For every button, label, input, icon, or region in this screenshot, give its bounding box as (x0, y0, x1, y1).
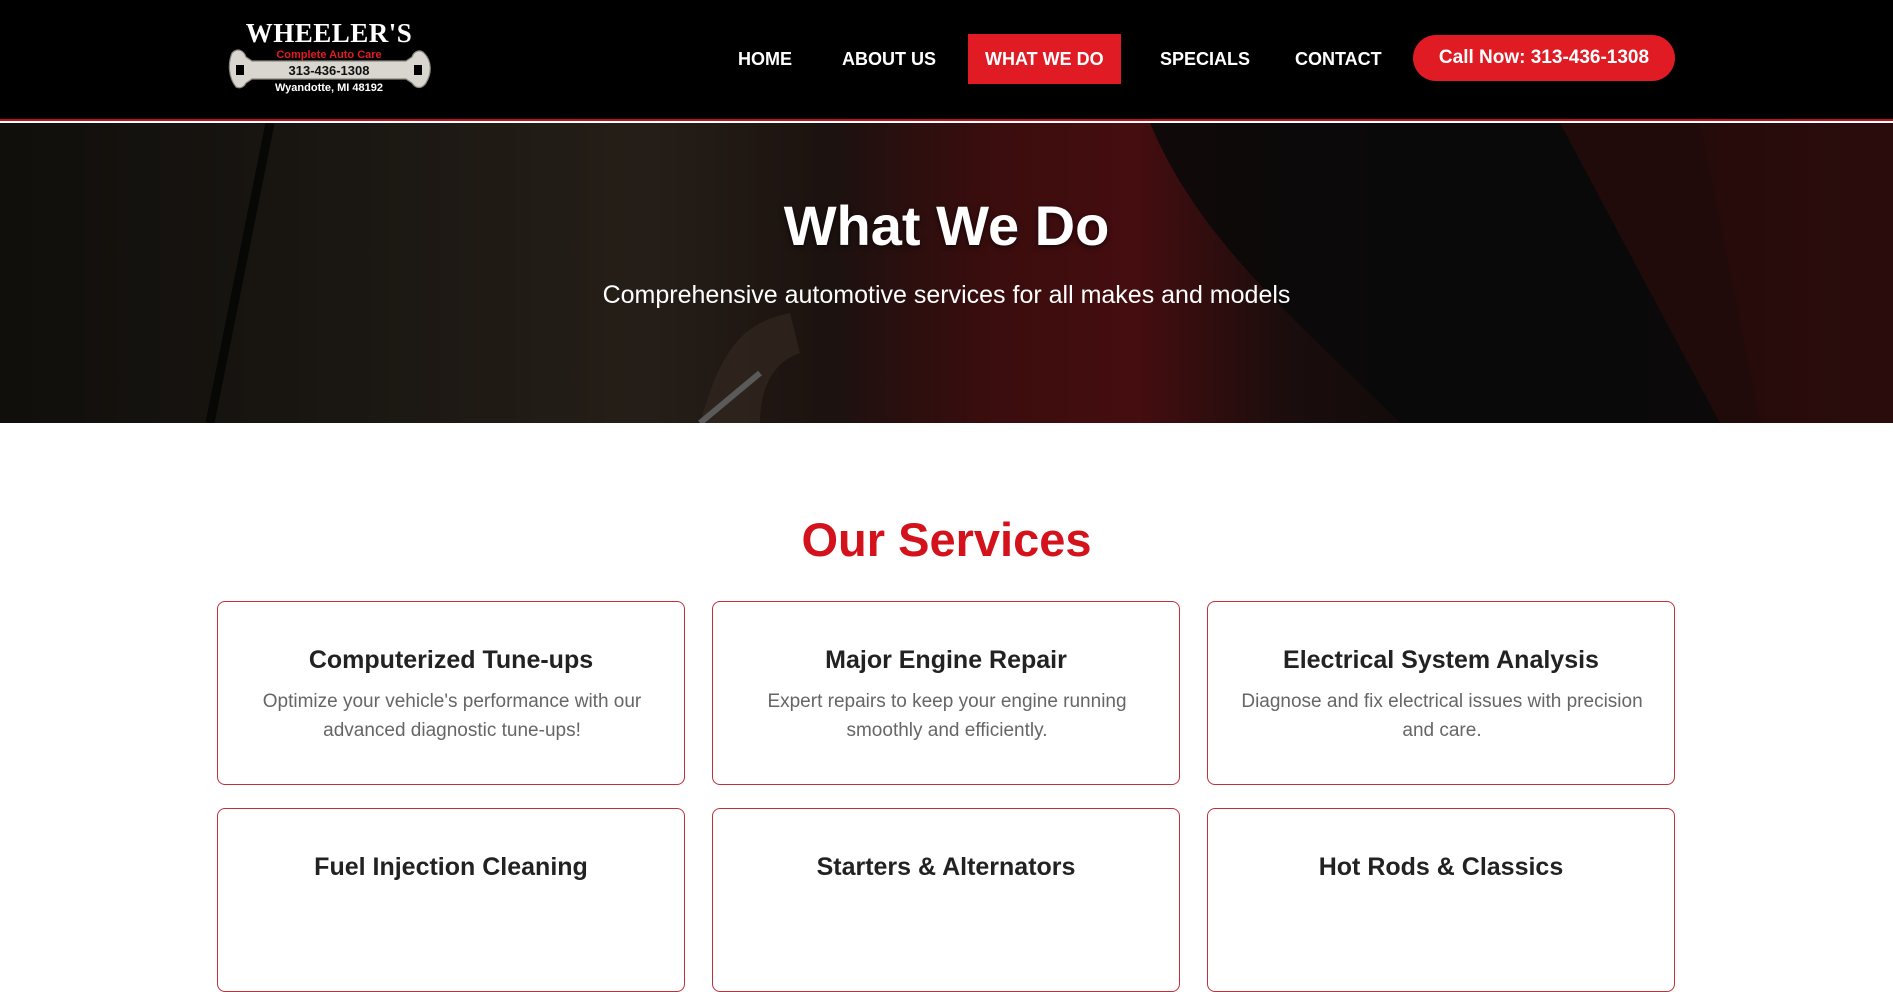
service-card[interactable]: Starters & Alternators (712, 808, 1180, 992)
hero-overlay (0, 123, 1893, 423)
service-title: Fuel Injection Cleaning (314, 853, 588, 881)
call-now-button[interactable]: Call Now: 313-436-1308 (1413, 35, 1675, 81)
page-subtitle: Comprehensive automotive services for al… (602, 281, 1291, 309)
nav-specials[interactable]: SPECIALS (1143, 34, 1267, 84)
nav-about-us[interactable]: ABOUT US (825, 34, 953, 84)
service-card[interactable]: Electrical System Analysis Diagnose and … (1207, 601, 1675, 785)
logo-address: Wyandotte, MI 48192 (275, 82, 383, 94)
service-description: Expert repairs to keep your engine runni… (767, 691, 1127, 741)
service-title: Computerized Tune-ups (308, 646, 594, 674)
nav-home[interactable]: HOME (721, 34, 809, 84)
site-header: WHEELER'S Complete Auto Care 313-436-130… (0, 0, 1893, 121)
hero-banner: What We Do Comprehensive automotive serv… (0, 123, 1893, 423)
logo-phone: 313-436-1308 (288, 63, 370, 78)
nav-contact[interactable]: CONTACT (1278, 34, 1399, 84)
nav-what-we-do[interactable]: WHAT WE DO (968, 34, 1121, 84)
page-title: What We Do (783, 194, 1110, 257)
services-heading: Our Services (801, 513, 1092, 566)
service-title: Electrical System Analysis (1283, 646, 1599, 674)
logo-tagline: Complete Auto Care (276, 49, 382, 61)
service-description: Diagnose and fix electrical issues with … (1241, 691, 1643, 741)
service-title: Hot Rods & Classics (1318, 853, 1564, 881)
logo[interactable]: WHEELER'S Complete Auto Care 313-436-130… (226, 18, 432, 98)
service-title: Starters & Alternators (816, 853, 1076, 881)
service-card[interactable]: Fuel Injection Cleaning (217, 808, 685, 992)
service-description: Optimize your vehicle's performance with… (262, 691, 642, 741)
service-card[interactable]: Major Engine Repair Expert repairs to ke… (712, 601, 1180, 785)
service-title: Major Engine Repair (825, 646, 1067, 674)
service-card[interactable]: Computerized Tune-ups Optimize your vehi… (217, 601, 685, 785)
service-card[interactable]: Hot Rods & Classics (1207, 808, 1675, 992)
